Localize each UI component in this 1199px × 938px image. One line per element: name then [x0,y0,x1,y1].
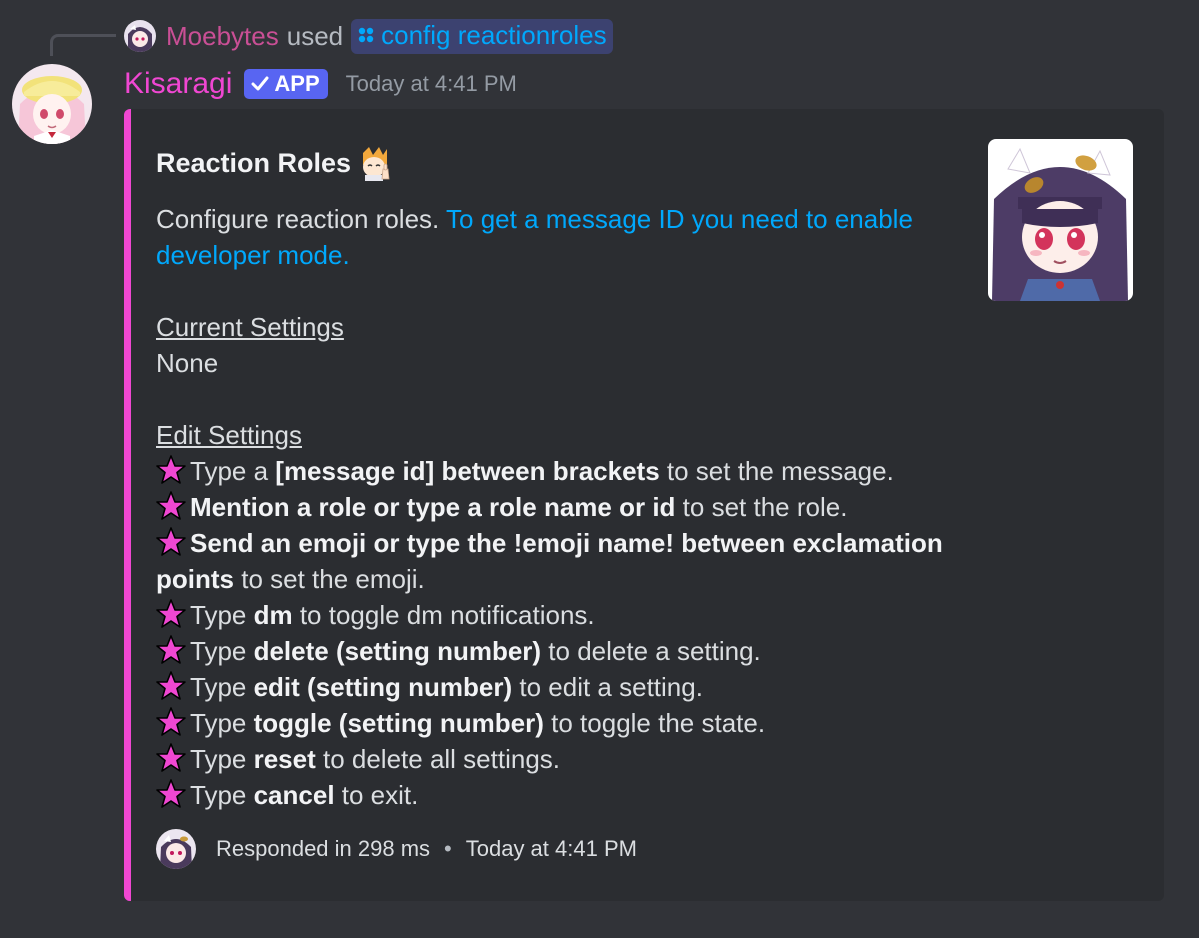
slash-command-icon [358,27,374,43]
list-item: Type delete (setting number) to delete a… [156,633,956,669]
command-chip[interactable]: config reactionroles [351,18,613,54]
list-item: Type edit (setting number) to edit a set… [156,669,956,705]
replied-username[interactable]: Moebytes [166,21,279,52]
embed-footer: Responded in 298 ms • Today at 4:41 PM [156,829,637,869]
author-avatar[interactable] [12,64,92,144]
star-icon [156,635,186,664]
star-icon [156,455,186,484]
embed-accent-bar [124,109,131,901]
edit-settings-list: Type a [message id] between brackets to … [156,453,956,813]
star-icon [156,743,186,772]
thumbs-up-emoji-icon [363,147,390,181]
embed-description: Configure reaction roles. To get a messa… [156,201,956,813]
description-paragraph: Configure reaction roles. To get a messa… [156,201,956,273]
verified-check-icon [251,76,269,91]
list-item: Send an emoji or type the !emoji name! b… [156,527,943,594]
embed: Reaction Roles Configure reaction roles.… [124,109,1164,901]
edit-settings-heading: Edit Settings [156,420,302,450]
embed-title: Reaction Roles [156,145,393,181]
list-item: Type dm to toggle dm notifications. [156,597,956,633]
star-icon [156,779,186,808]
app-badge-label: APP [274,71,320,96]
star-icon [156,527,186,556]
star-icon [156,491,186,520]
list-item: Type reset to delete all settings. [156,741,956,777]
star-icon [156,707,186,736]
embed-title-text: Reaction Roles [156,147,352,178]
used-label: used [286,20,344,51]
reply-spine [50,34,116,56]
star-icon [156,599,186,628]
footer-icon [156,829,196,869]
footer-timestamp: Today at 4:41 PM [465,836,637,861]
app-badge: APP [244,69,328,99]
command-name: config reactionroles [381,19,607,50]
footer-text: Responded in 298 ms [216,836,431,861]
replied-user-avatar[interactable] [124,20,156,52]
list-item: Type a [message id] between brackets to … [156,453,956,489]
description-intro: Configure reaction roles. [156,204,440,234]
list-item: Type cancel to exit. [156,777,956,813]
footer-separator: • [444,836,452,861]
list-item: Mention a role or type a role name or id… [156,489,956,525]
author-name[interactable]: Kisaragi [124,67,232,101]
star-icon [156,671,186,700]
command-reference[interactable]: Moebytes used config reactionroles [124,18,613,54]
current-settings-heading: Current Settings [156,312,344,342]
embed-thumbnail[interactable] [988,139,1133,301]
list-item: Type toggle (setting number) to toggle t… [156,705,956,741]
message: Moebytes used config reactionroles Kisar… [0,0,1199,938]
message-header: Kisaragi APP Today at 4:41 PM [124,66,517,102]
current-settings-value: None [156,348,219,378]
message-timestamp[interactable]: Today at 4:41 PM [346,71,517,97]
